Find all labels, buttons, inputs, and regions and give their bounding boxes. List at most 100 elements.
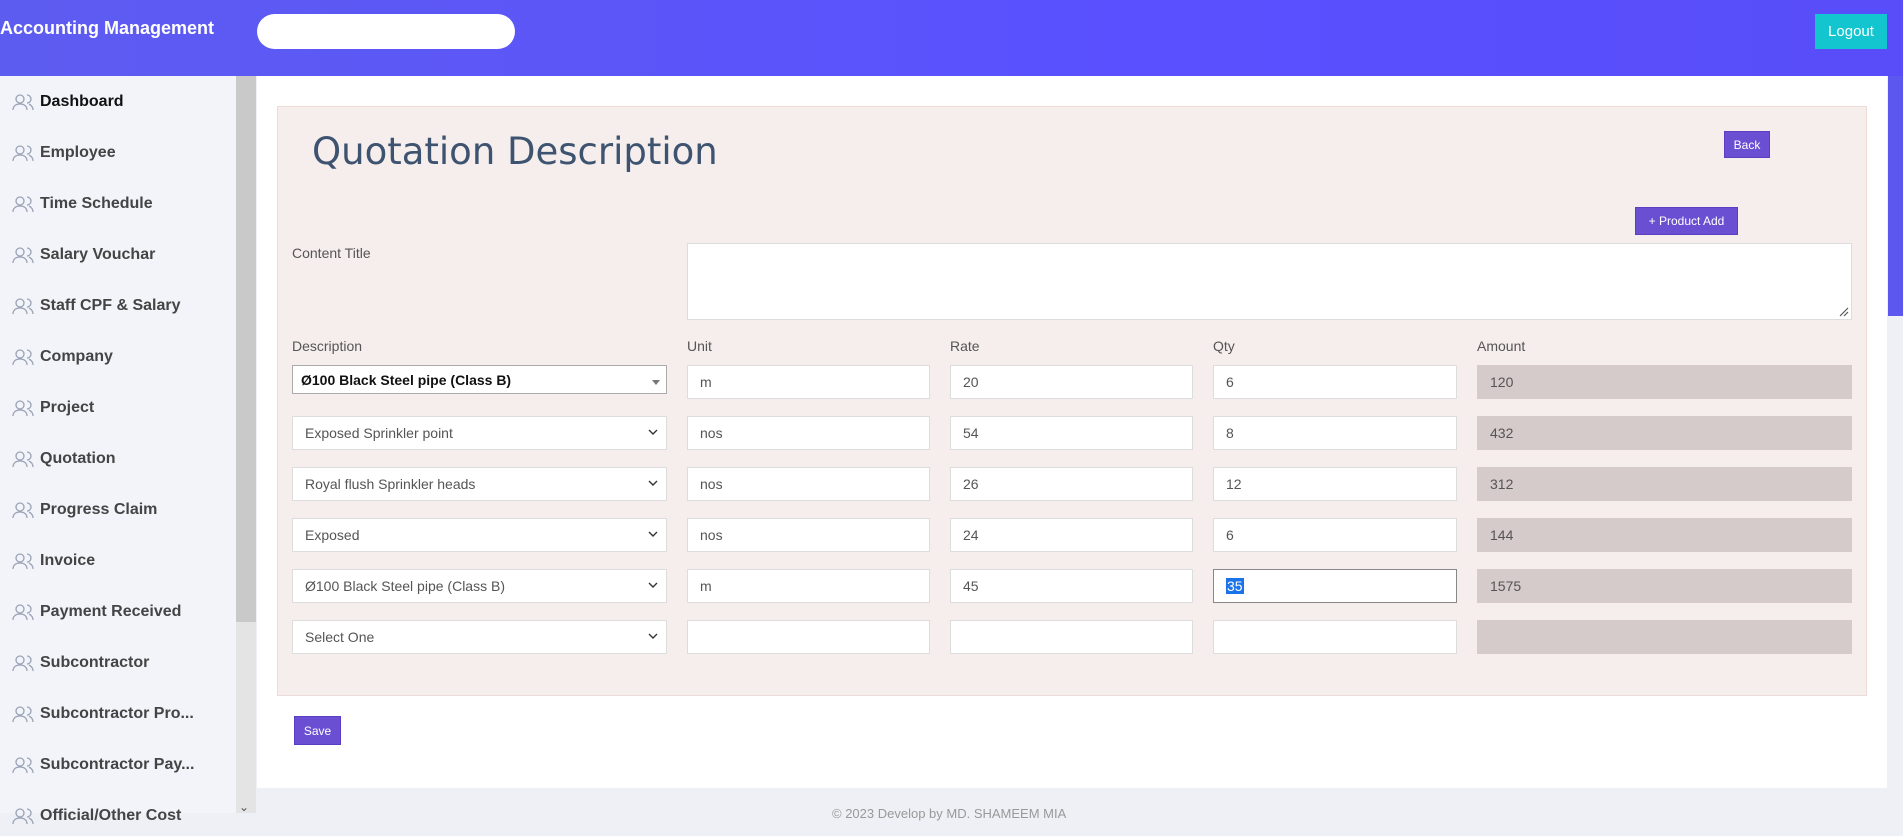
sidebar-item-quotation[interactable]: Quotation [0, 439, 236, 479]
amount-value: 432 [1490, 425, 1514, 441]
rate-value: 45 [963, 578, 979, 594]
unit-input[interactable]: m [687, 365, 930, 399]
users-icon [12, 655, 34, 672]
description-select[interactable]: Royal flush Sprinkler heads [292, 467, 667, 501]
unit-value: nos [700, 476, 723, 492]
qty-input[interactable]: 12 [1213, 467, 1457, 501]
product-add-button[interactable]: + Product Add [1635, 207, 1738, 235]
resize-handle-icon[interactable] [1837, 305, 1849, 317]
description-select[interactable]: Exposed Sprinkler point [292, 416, 667, 450]
unit-value: nos [700, 527, 723, 543]
unit-value: m [700, 374, 712, 390]
users-icon [12, 247, 34, 264]
unit-input[interactable]: m [687, 569, 930, 603]
sidebar-item-subcontractor-pro[interactable]: Subcontractor Pro... [0, 694, 236, 734]
description-select[interactable]: Exposed [292, 518, 667, 552]
sidebar-item-subcontractor[interactable]: Subcontractor [0, 643, 236, 683]
users-icon [12, 145, 34, 162]
description-select[interactable]: Ø100 Black Steel pipe (Class B) [292, 365, 667, 394]
rate-input[interactable]: 54 [950, 416, 1193, 450]
app-brand: Accounting Management [0, 18, 215, 38]
search-input[interactable] [257, 14, 515, 49]
sidebar-item-salary-vouchar[interactable]: Salary Vouchar [0, 235, 236, 275]
users-icon [12, 400, 34, 417]
sidebar-item-label: Employee [40, 144, 116, 161]
qty-input[interactable]: 35 [1213, 569, 1457, 603]
qty-input[interactable]: 6 [1213, 518, 1457, 552]
qty-value: 35 [1226, 578, 1244, 594]
sidebar-item-progress-claim[interactable]: Progress Claim [0, 490, 236, 530]
sidebar-item-time-schedule[interactable]: Time Schedule [0, 184, 236, 224]
description-value: Exposed Sprinkler point [305, 425, 453, 441]
sidebar-item-label: Quotation [40, 450, 116, 467]
quotation-panel [277, 106, 1867, 696]
header-unit: Unit [687, 338, 712, 354]
sidebar-item-label: Payment Received [40, 603, 182, 620]
users-icon [12, 757, 34, 774]
users-icon [12, 604, 34, 621]
content-title-label: Content Title [292, 245, 371, 261]
qty-input[interactable] [1213, 620, 1457, 654]
rate-input[interactable]: 20 [950, 365, 1193, 399]
sidebar-item-staff-cpf-salary[interactable]: Staff CPF & Salary [0, 286, 236, 326]
save-button[interactable]: Save [294, 716, 341, 745]
sidebar-item-official-other-cost[interactable]: Official/Other Cost [0, 796, 236, 836]
sidebar-item-label: Progress Claim [40, 501, 158, 518]
users-icon [12, 349, 34, 366]
rate-input[interactable] [950, 620, 1193, 654]
users-icon [12, 502, 34, 519]
sidebar-item-label: Time Schedule [40, 195, 153, 212]
unit-input[interactable]: nos [687, 518, 930, 552]
chevron-down-icon [648, 633, 658, 639]
rate-value: 54 [963, 425, 979, 441]
users-icon [12, 706, 34, 723]
dropdown-arrow-icon [652, 380, 660, 385]
sidebar-item-subcontractor-pay[interactable]: Subcontractor Pay... [0, 745, 236, 785]
description-value: Royal flush Sprinkler heads [305, 476, 476, 492]
amount-field: 432 [1477, 416, 1852, 450]
qty-value: 6 [1226, 527, 1234, 543]
content-title-textarea[interactable] [687, 243, 1852, 320]
description-select[interactable]: Ø100 Black Steel pipe (Class B) [292, 569, 667, 603]
amount-field: 120 [1477, 365, 1852, 399]
sidebar-scrollbar-thumb[interactable] [236, 76, 256, 622]
decorative-strip [1888, 76, 1903, 316]
sidebar-item-dashboard[interactable]: Dashboard [0, 82, 236, 122]
rate-input[interactable]: 45 [950, 569, 1193, 603]
sidebar-item-label: Invoice [40, 552, 96, 569]
unit-value: nos [700, 425, 723, 441]
rate-value: 26 [963, 476, 979, 492]
logout-button[interactable]: Logout [1815, 14, 1887, 49]
sidebar-item-label: Subcontractor Pro... [40, 705, 194, 722]
sidebar-item-employee[interactable]: Employee [0, 133, 236, 173]
rate-value: 24 [963, 527, 979, 543]
rate-input[interactable]: 26 [950, 467, 1193, 501]
back-button[interactable]: Back [1724, 131, 1770, 158]
scroll-down-icon[interactable]: ⌄ [239, 800, 249, 814]
amount-value: 144 [1490, 527, 1514, 543]
sidebar-item-invoice[interactable]: Invoice [0, 541, 236, 581]
users-icon [12, 94, 34, 111]
chevron-down-icon [648, 429, 658, 435]
amount-value: 312 [1490, 476, 1514, 492]
sidebar-item-payment-received[interactable]: Payment Received [0, 592, 236, 632]
chevron-down-icon [648, 480, 658, 486]
users-icon [12, 553, 34, 570]
qty-input[interactable]: 8 [1213, 416, 1457, 450]
description-value: Select One [305, 629, 375, 645]
unit-input[interactable]: nos [687, 416, 930, 450]
users-icon [12, 451, 34, 468]
description-value: Ø100 Black Steel pipe (Class B) [305, 578, 505, 594]
sidebar-item-company[interactable]: Company [0, 337, 236, 377]
sidebar-item-project[interactable]: Project [0, 388, 236, 428]
sidebar-item-label: Subcontractor [40, 654, 150, 671]
unit-input[interactable]: nos [687, 467, 930, 501]
sidebar-item-label: Subcontractor Pay... [40, 756, 195, 773]
rate-input[interactable]: 24 [950, 518, 1193, 552]
description-select[interactable]: Select One [292, 620, 667, 654]
description-value: Exposed [305, 527, 360, 543]
sidebar-item-label: Salary Vouchar [40, 246, 156, 263]
amount-field [1477, 620, 1852, 654]
unit-input[interactable] [687, 620, 930, 654]
qty-input[interactable]: 6 [1213, 365, 1457, 399]
